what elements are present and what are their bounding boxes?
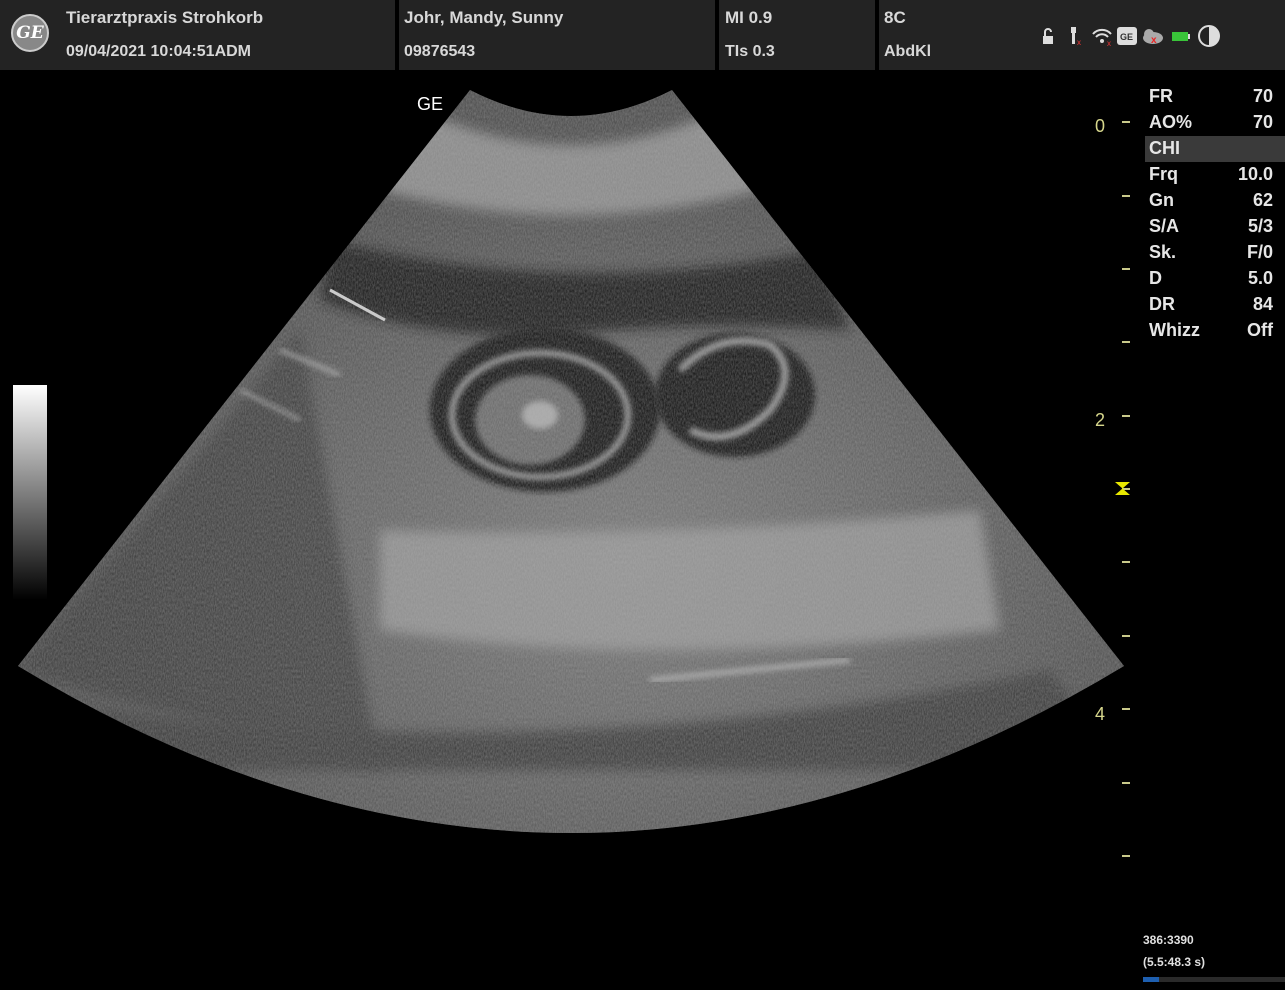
param-key: DR [1149, 294, 1175, 314]
battery-icon [1172, 32, 1190, 41]
sector-tissue [18, 90, 1124, 833]
param-row-frq[interactable]: Frq 10.0 [1145, 162, 1285, 188]
exam-datetime: 09/04/2021 10:04:51ADM [66, 43, 252, 60]
param-row-gn[interactable]: Gn 62 [1145, 188, 1285, 214]
svg-text:GE: GE [1120, 32, 1133, 42]
svg-text:x: x [1151, 35, 1157, 46]
patient-cell[interactable]: Johr, Mandy, Sunny 09876543 [399, 0, 715, 70]
param-key: Whizz [1149, 320, 1200, 340]
param-value: 84 [1252, 294, 1273, 314]
param-row-whizz[interactable]: Whizz Off [1145, 318, 1285, 344]
cine-frame-counter: 386:3390 [1143, 933, 1194, 947]
param-row-dr[interactable]: DR 84 [1145, 292, 1285, 318]
depth-label-2: 2 [1095, 410, 1106, 430]
patient-id: 09876543 [404, 43, 476, 60]
ge-logo-icon: GE [11, 14, 49, 52]
depth-tick [1122, 415, 1130, 417]
clinic-name: Tierarztpraxis Strohkorb [66, 8, 264, 27]
preset-name: AbdKl [884, 43, 932, 60]
depth-tick [1122, 341, 1130, 343]
param-value: 10.0 [1237, 164, 1273, 184]
param-key: AO% [1149, 112, 1193, 132]
mechanical-index: MI 0.9 [725, 8, 773, 27]
param-key: Gn [1149, 190, 1174, 210]
depth-tick [1122, 121, 1130, 123]
param-key: Sk. [1149, 242, 1177, 262]
depth-tick [1122, 195, 1130, 197]
safety-index-cell: MI 0.9 TIs 0.3 [719, 0, 875, 70]
param-value: 62 [1252, 190, 1273, 210]
param-key: CHI [1149, 138, 1180, 158]
cine-progress-bar[interactable] [1143, 977, 1285, 982]
param-value: F/0 [1246, 242, 1273, 262]
param-value: 5/3 [1247, 216, 1273, 236]
svg-text:x: x [1077, 38, 1081, 47]
header-bar: GE Tierarztpraxis Strohkorb 09/04/2021 1… [0, 0, 1285, 70]
depth-tick [1122, 782, 1130, 784]
param-row-chi[interactable]: CHI [1145, 136, 1285, 162]
probe-cell[interactable]: 8C AbdKl x x GE x [879, 0, 1285, 70]
depth-tick [1122, 855, 1130, 857]
param-row-sa[interactable]: S/A 5/3 [1145, 214, 1285, 240]
cine-time: (5.5:48.3 s) [1143, 955, 1206, 969]
param-key: S/A [1149, 216, 1180, 236]
param-value: 5.0 [1247, 268, 1273, 288]
param-row-sk[interactable]: Sk. F/0 [1145, 240, 1285, 266]
parameter-panel: FR 70 AO% 70 CHI Frq 10.0 Gn 62 S/A 5/3 Sk. F/… [1145, 84, 1285, 344]
depth-tick [1122, 635, 1130, 637]
status-icons: x x GE x [1043, 25, 1220, 48]
depth-tick [1122, 268, 1130, 270]
param-value: Off [1247, 320, 1273, 340]
usb-icon: x [1071, 27, 1081, 47]
cloud-icon: x [1143, 29, 1163, 46]
ultrasound-image[interactable] [0, 70, 1130, 870]
depth-tick [1122, 708, 1130, 710]
depth-tick [1122, 561, 1130, 563]
depth-label-0: 0 [1095, 116, 1106, 136]
probe-name: 8C [884, 8, 906, 27]
param-value: 70 [1252, 86, 1273, 106]
focus-marker-icon[interactable] [1114, 481, 1131, 496]
param-row-d[interactable]: D 5.0 [1145, 266, 1285, 292]
orientation-mark: GE [417, 94, 444, 114]
depth-label-4: 4 [1095, 704, 1106, 724]
lock-icon [1043, 28, 1053, 44]
thermal-index: TIs 0.3 [725, 43, 775, 60]
param-value: 70 [1252, 112, 1273, 132]
ge-network-icon: GE [1117, 27, 1137, 45]
cine-progress-fill [1143, 977, 1159, 982]
param-row-fr[interactable]: FR 70 [1145, 84, 1285, 110]
clinic-cell: GE Tierarztpraxis Strohkorb 09/04/2021 1… [0, 0, 395, 70]
param-key: FR [1149, 86, 1173, 106]
param-key: D [1149, 268, 1162, 288]
patient-name: Johr, Mandy, Sunny [404, 8, 564, 27]
brightness-icon [1198, 25, 1220, 47]
svg-text:x: x [1107, 39, 1111, 48]
logo-text: GE [16, 23, 44, 43]
param-key: Frq [1149, 164, 1178, 184]
wifi-icon: x [1092, 28, 1112, 48]
param-row-ao[interactable]: AO% 70 [1145, 110, 1285, 136]
